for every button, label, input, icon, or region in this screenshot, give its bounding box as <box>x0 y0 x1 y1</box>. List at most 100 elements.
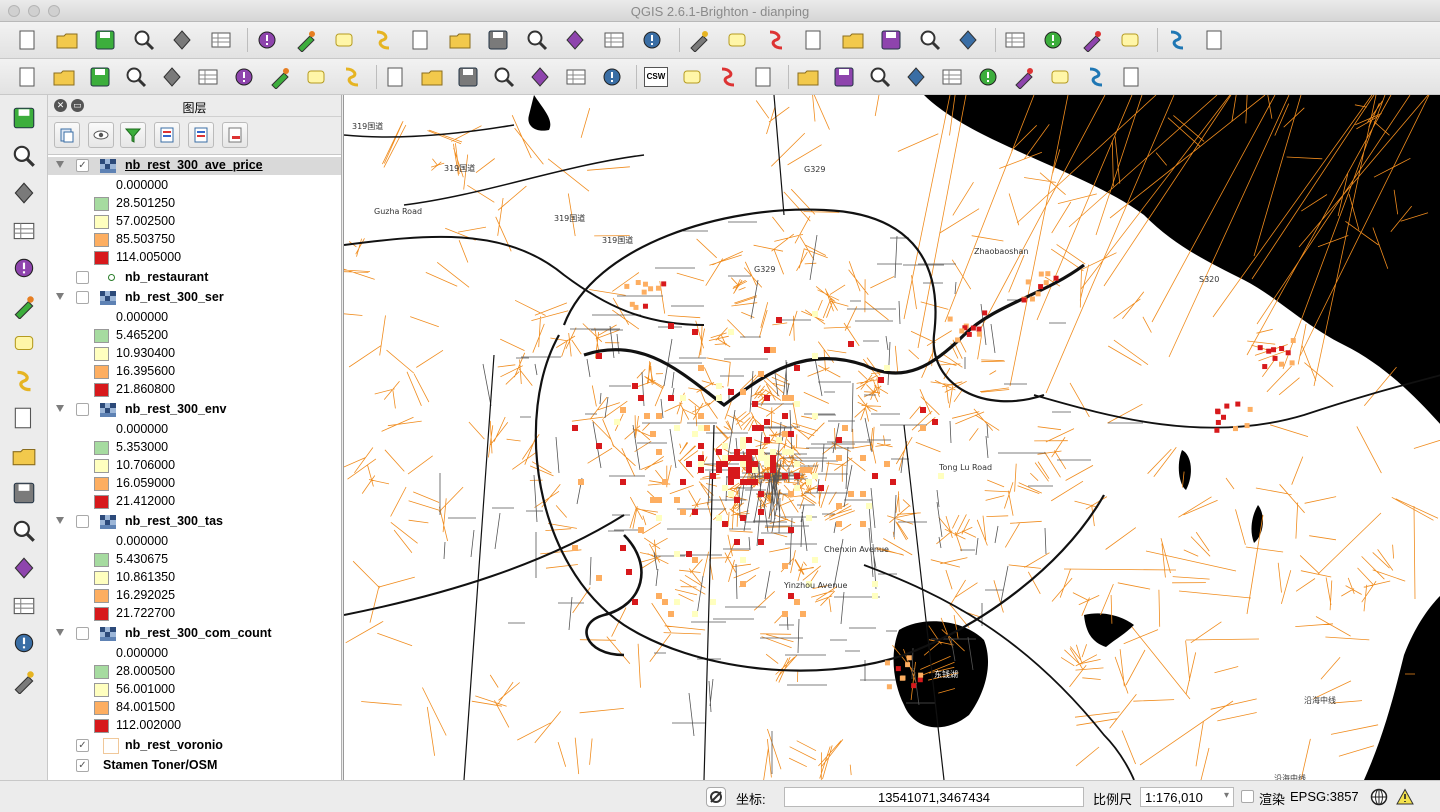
map-tips-button[interactable] <box>1001 26 1029 54</box>
save-project-button[interactable] <box>91 26 119 54</box>
change-label-button[interactable] <box>598 63 626 91</box>
zoom-in-button[interactable] <box>330 26 358 54</box>
expand-arrow-icon[interactable] <box>56 629 64 636</box>
expand-arrow-icon[interactable] <box>56 293 64 300</box>
zoom-to-layer-button[interactable] <box>523 26 551 54</box>
expand-arrow-icon[interactable] <box>56 517 64 524</box>
add-part-button[interactable] <box>794 63 822 91</box>
toggle-editing-button[interactable] <box>50 63 78 91</box>
refresh-button[interactable] <box>638 26 666 54</box>
node-tool-button[interactable] <box>194 63 222 91</box>
layer-visibility-checkbox[interactable]: ✓ <box>76 739 89 752</box>
add-vector-layer-button[interactable] <box>8 103 40 133</box>
run-action-button[interactable] <box>723 26 751 54</box>
zoom-next-button[interactable] <box>600 26 628 54</box>
move-label-button[interactable] <box>526 63 554 91</box>
manage-visibility-button[interactable] <box>88 122 114 148</box>
composer-manager-button[interactable] <box>207 26 235 54</box>
fill-ring-button[interactable] <box>830 63 858 91</box>
add-raster-layer-button[interactable] <box>8 141 40 171</box>
measure-button[interactable] <box>954 26 982 54</box>
offset-curve-button[interactable] <box>902 63 930 91</box>
add-group-button[interactable] <box>54 122 80 148</box>
show-bookmarks-button[interactable] <box>1078 26 1106 54</box>
pan-hand-button[interactable] <box>253 26 281 54</box>
toggle-extents-icon[interactable] <box>706 787 726 807</box>
add-spatialite-layer-button[interactable] <box>8 216 40 246</box>
zoom-tool-button[interactable] <box>750 63 778 91</box>
crs-globe-icon[interactable] <box>1370 788 1388 806</box>
add-wms-layer-button[interactable] <box>8 328 40 358</box>
zoom-out-button[interactable] <box>369 26 397 54</box>
coordinate-field[interactable]: 13541071,3467434 <box>784 787 1084 807</box>
zoom-actual-button[interactable] <box>407 26 435 54</box>
layer-row[interactable]: nb_rest_300_ser <box>48 289 341 307</box>
zoom-last-button[interactable] <box>561 26 589 54</box>
expand-arrow-icon[interactable] <box>56 161 64 168</box>
new-project-button[interactable] <box>14 26 42 54</box>
copy-features-button[interactable] <box>302 63 330 91</box>
add-feature-button[interactable] <box>122 63 150 91</box>
layer-visibility-checkbox[interactable]: ✓ <box>76 159 89 172</box>
label-button[interactable] <box>382 63 410 91</box>
layer-visibility-checkbox[interactable] <box>76 403 89 416</box>
text-annotation-button[interactable] <box>1116 26 1144 54</box>
layer-visibility-checkbox[interactable] <box>76 627 89 640</box>
render-checkbox[interactable] <box>1241 790 1254 803</box>
help-button[interactable] <box>1163 26 1191 54</box>
georeferencer-button[interactable] <box>8 591 40 621</box>
split-button[interactable] <box>974 63 1002 91</box>
select-features-button[interactable] <box>762 26 790 54</box>
remove-layer-button[interactable] <box>222 122 248 148</box>
csw-button[interactable]: CSW <box>642 63 670 91</box>
delete-selected-button[interactable] <box>230 63 258 91</box>
add-wfs-layer-button[interactable] <box>8 403 40 433</box>
move-feature-button[interactable] <box>158 63 186 91</box>
add-mssql-layer-button[interactable] <box>8 253 40 283</box>
rotate-label-button[interactable] <box>562 63 590 91</box>
map-canvas[interactable]: 319国道 319国道 Guzha Road 319国道 319国道 G329 G329 Zh… <box>343 95 1440 780</box>
scale-combobox[interactable]: 1:176,010 ▾ <box>1140 787 1234 807</box>
layer-visibility-checkbox[interactable] <box>76 271 89 284</box>
identify-button[interactable] <box>685 26 713 54</box>
layer-row[interactable]: nb_rest_300_com_count <box>48 625 341 643</box>
add-annotation-button[interactable] <box>8 666 40 696</box>
whats-this-button[interactable] <box>1201 26 1229 54</box>
layer-visibility-checkbox[interactable] <box>76 515 89 528</box>
save-layer-edits-button[interactable] <box>86 63 114 91</box>
pan-to-selection-button[interactable] <box>292 26 320 54</box>
field-calculator-button[interactable] <box>839 26 867 54</box>
add-ring-button[interactable] <box>1118 63 1146 91</box>
new-shapefile-button[interactable] <box>8 478 40 508</box>
geometry-checker-button[interactable] <box>678 63 706 91</box>
layer-row[interactable]: ✓ nb_rest_300_ave_price <box>48 157 341 175</box>
deselect-button[interactable] <box>800 26 828 54</box>
add-wcs-layer-button[interactable] <box>8 366 40 396</box>
expand-arrow-icon[interactable] <box>56 405 64 412</box>
layer-row[interactable]: nb_rest_300_tas <box>48 513 341 531</box>
layer-row[interactable]: nb_restaurant <box>48 269 341 287</box>
expand-all-button[interactable] <box>154 122 180 148</box>
layer-row[interactable]: ✓ Stamen Toner/OSM <box>48 757 341 775</box>
new-spatialite-button[interactable] <box>8 516 40 546</box>
pin-labels-button[interactable] <box>418 63 446 91</box>
layer-visibility-checkbox[interactable] <box>76 291 89 304</box>
new-gpx-button[interactable] <box>8 553 40 583</box>
layer-row[interactable]: nb_rest_300_env <box>48 401 341 419</box>
simplify-button[interactable] <box>1082 63 1110 91</box>
merge-button[interactable] <box>1010 63 1038 91</box>
zoom-full-button[interactable] <box>446 26 474 54</box>
reshape-button[interactable] <box>938 63 966 91</box>
messages-warning-icon[interactable] <box>1396 788 1414 806</box>
add-oracle-layer-button[interactable] <box>8 291 40 321</box>
layer-row[interactable]: ✓ nb_rest_voronio <box>48 737 341 755</box>
layer-visibility-checkbox[interactable]: ✓ <box>76 759 89 772</box>
statistics-button[interactable] <box>916 26 944 54</box>
current-edits-button[interactable] <box>14 63 42 91</box>
crs-status-button[interactable]: EPSG:3857 <box>1290 789 1359 804</box>
attribute-table-button[interactable] <box>877 26 905 54</box>
open-project-button[interactable] <box>53 26 81 54</box>
gps-tools-button[interactable] <box>8 628 40 658</box>
zoom-to-selection-button[interactable] <box>484 26 512 54</box>
delete-ring-button[interactable] <box>866 63 894 91</box>
